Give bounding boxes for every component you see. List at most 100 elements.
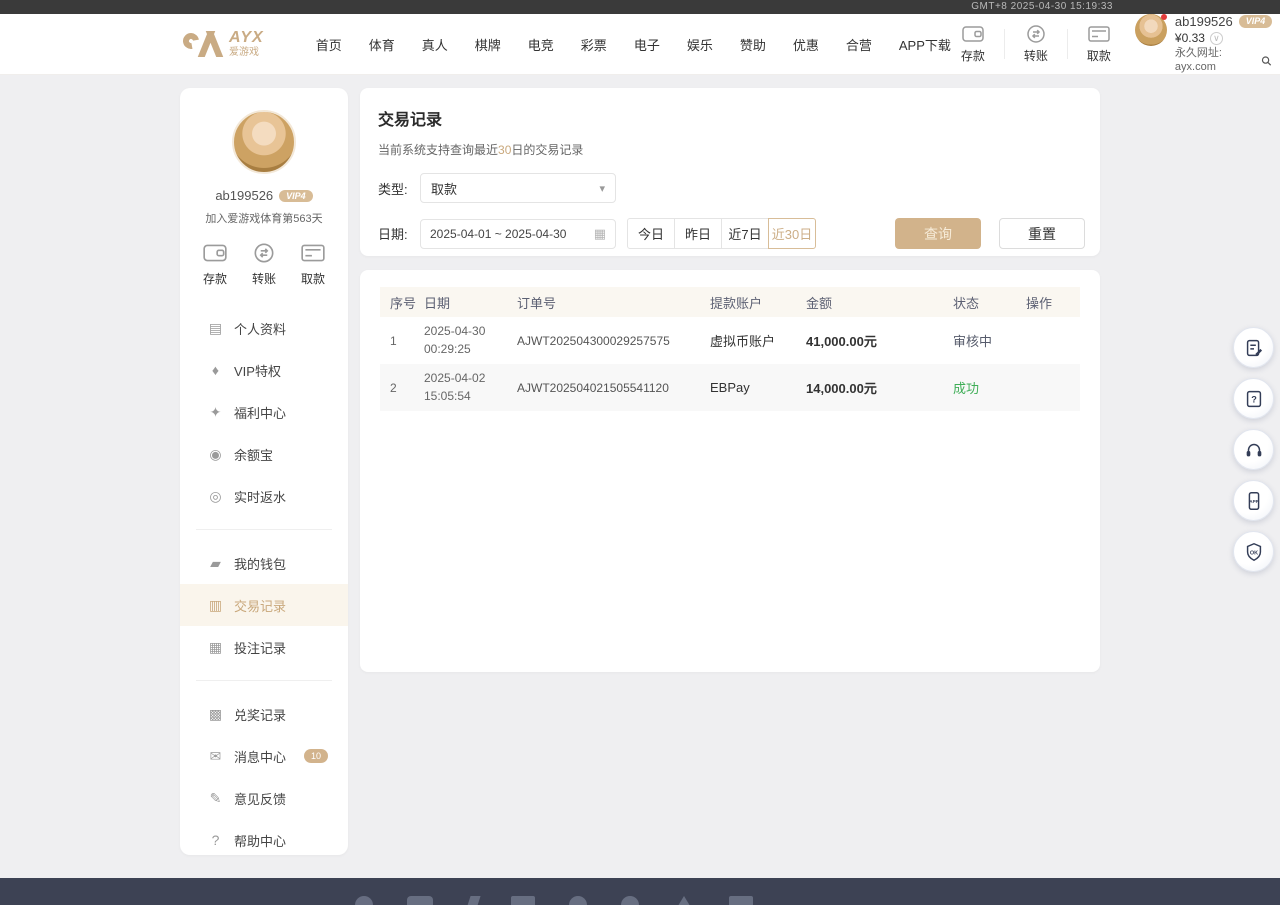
type-select[interactable]: 取款 ▾ <box>420 173 616 203</box>
range-yesterday-button[interactable]: 昨日 <box>674 218 722 249</box>
cell-date: 2025-04-02 <box>424 371 485 385</box>
search-icon[interactable] <box>1261 55 1272 67</box>
balance-amount: ¥0.33 <box>1175 31 1205 46</box>
partner-logo <box>673 896 695 905</box>
ayx-logo[interactable]: AYX 爱游戏 <box>183 29 264 59</box>
divider <box>196 680 332 681</box>
cell-order-number: AJWT202504021505541120 <box>517 381 710 395</box>
cell-no: 2 <box>390 381 424 395</box>
date-range-input[interactable]: 2025-04-01 ~ 2025-04-30 ▦ <box>420 219 616 249</box>
filters-card: 交易记录 当前系统支持查询最近30日的交易记录 类型: 取款 ▾ 日期: 202… <box>360 88 1100 256</box>
cell-date: 2025-04-30 <box>424 324 485 338</box>
withdraw-button[interactable]: 取款 <box>1077 24 1121 64</box>
menu-label: 福利中心 <box>234 403 286 422</box>
notification-dot <box>1161 14 1167 20</box>
query-button[interactable]: 查询 <box>895 218 981 249</box>
cell-account: EBPay <box>710 380 806 395</box>
status-badge: 成功 <box>953 378 1026 397</box>
wallet-icon <box>202 242 228 264</box>
balance-toggle-icon[interactable]: ∨ <box>1210 32 1223 45</box>
nav-item-esports[interactable]: 电竞 <box>528 35 554 54</box>
nav-item-app-download[interactable]: APP下载 <box>899 35 951 54</box>
sidebar-deposit-label: 存款 <box>203 270 227 287</box>
page-subtitle: 当前系统支持查询最近30日的交易记录 <box>378 141 1082 158</box>
cell-datetime: 2025-04-02 15:05:54 <box>424 370 517 405</box>
sidebar-withdraw-button[interactable]: 取款 <box>300 242 326 287</box>
subtitle-text: 当前系统支持查询最近 <box>378 143 498 157</box>
cell-account: 虚拟币账户 <box>710 331 806 350</box>
customer-service-float-button[interactable] <box>1233 429 1274 470</box>
help-book-icon: ? <box>1243 388 1265 410</box>
nav-item-entertainment[interactable]: 娱乐 <box>687 35 713 54</box>
sidebar-item-feedback[interactable]: ✎ 意见反馈 <box>180 777 348 819</box>
wallet-icon <box>961 24 985 44</box>
feedback-icon: ✎ <box>208 790 223 807</box>
range-30days-button[interactable]: 近30日 <box>768 218 816 249</box>
sidebar-item-my-wallet[interactable]: ▰ 我的钱包 <box>180 542 348 584</box>
profile-sidebar: ab199526 VIP4 加入爱游戏体育第563天 存款 转账 取款 ▤ <box>180 88 348 855</box>
cell-no: 1 <box>390 334 424 348</box>
profile-username: ab199526 <box>215 188 273 203</box>
user-avatar[interactable] <box>1135 14 1167 46</box>
sidebar-item-personal-info[interactable]: ▤ 个人资料 <box>180 307 348 349</box>
headset-icon <box>1243 439 1265 461</box>
nav-item-sponsor[interactable]: 赞助 <box>740 35 766 54</box>
sidebar-item-transaction-records[interactable]: ▥ 交易记录 <box>180 584 348 626</box>
page-title: 交易记录 <box>378 106 1082 130</box>
sidebar-item-welfare-center[interactable]: ✦ 福利中心 <box>180 391 348 433</box>
type-label: 类型: <box>378 179 420 198</box>
app-download-float-button[interactable]: APP <box>1233 480 1274 521</box>
nav-item-promotions[interactable]: 优惠 <box>793 35 819 54</box>
nav-item-lottery[interactable]: 彩票 <box>581 35 607 54</box>
menu-label: 投注记录 <box>234 638 286 657</box>
verify-float-button[interactable]: OK <box>1233 531 1274 572</box>
deposit-label: 存款 <box>961 47 985 64</box>
site-header: AYX 爱游戏 首页 体育 真人 棋牌 电竞 彩票 电子 娱乐 赞助 优惠 合营… <box>0 14 1280 75</box>
chevron-down-icon: ▾ <box>599 182 605 195</box>
sidebar-item-prize-records[interactable]: ▩ 兑奖记录 <box>180 693 348 735</box>
ayx-logo-mark-icon <box>183 29 223 59</box>
profile-avatar[interactable] <box>232 110 296 174</box>
sidebar-quick-actions: 存款 转账 取款 <box>180 226 348 287</box>
transaction-record-icon: ▥ <box>208 597 223 614</box>
transfer-icon <box>251 242 277 264</box>
partner-logo <box>407 896 433 905</box>
range-today-button[interactable]: 今日 <box>627 218 675 249</box>
sidebar-item-help-center[interactable]: ? 帮助中心 <box>180 819 348 861</box>
deposit-button[interactable]: 存款 <box>951 24 995 64</box>
feedback-float-button[interactable] <box>1233 327 1274 368</box>
nav-item-affiliate[interactable]: 合营 <box>846 35 872 54</box>
sidebar-item-vip-privileges[interactable]: ♦ VIP特权 <box>180 349 348 391</box>
wallet-icon: ▰ <box>208 555 223 572</box>
reset-button[interactable]: 重置 <box>999 218 1085 249</box>
faq-float-button[interactable]: ? <box>1233 378 1274 419</box>
transfer-icon <box>1024 24 1048 44</box>
app-phone-icon: APP <box>1243 490 1265 512</box>
sidebar-deposit-button[interactable]: 存款 <box>202 242 228 287</box>
nav-item-chess[interactable]: 棋牌 <box>475 35 501 54</box>
menu-label: 余额宝 <box>234 445 273 464</box>
sidebar-item-betting-records[interactable]: ▦ 投注记录 <box>180 626 348 668</box>
nav-item-slots[interactable]: 电子 <box>634 35 660 54</box>
nav-item-home[interactable]: 首页 <box>316 35 342 54</box>
partner-logo <box>511 896 535 905</box>
col-no: 序号 <box>390 293 424 312</box>
calendar-icon: ▦ <box>594 226 606 242</box>
sidebar-transfer-button[interactable]: 转账 <box>251 242 277 287</box>
menu-label: 交易记录 <box>234 596 286 615</box>
transfer-button[interactable]: 转账 <box>1014 24 1058 64</box>
gift-icon: ✦ <box>208 404 223 421</box>
sidebar-item-message-center[interactable]: ✉ 消息中心 10 <box>180 735 348 777</box>
nav-item-sports[interactable]: 体育 <box>369 35 395 54</box>
svg-text:APP: APP <box>1249 498 1258 503</box>
range-7days-button[interactable]: 近7日 <box>721 218 769 249</box>
help-icon: ? <box>208 832 223 848</box>
nav-item-live[interactable]: 真人 <box>422 35 448 54</box>
edit-form-icon <box>1243 337 1265 359</box>
sidebar-item-yuebao[interactable]: ◉ 余额宝 <box>180 433 348 475</box>
cell-datetime: 2025-04-30 00:29:25 <box>424 323 517 358</box>
sidebar-item-realtime-rebate[interactable]: ◎ 实时返水 <box>180 475 348 517</box>
username[interactable]: ab199526 <box>1175 14 1233 30</box>
vip-gem-icon: ♦ <box>208 362 223 378</box>
date-label: 日期: <box>378 224 420 243</box>
